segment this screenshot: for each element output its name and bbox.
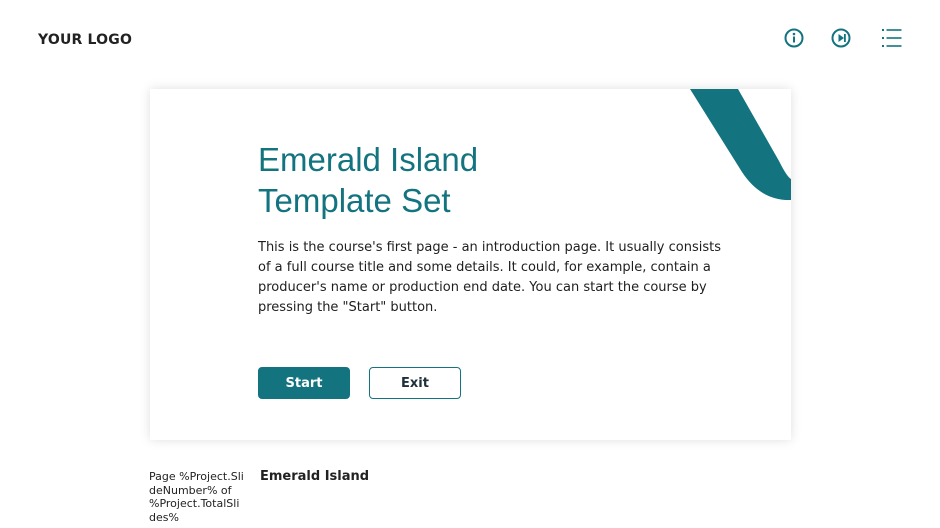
exit-button[interactable]: Exit (369, 367, 461, 399)
slide-title: Emerald Island Template Set (258, 139, 478, 221)
title-line-1: Emerald Island (258, 141, 479, 178)
info-icon[interactable] (782, 26, 806, 50)
logo: YOUR LOGO (38, 32, 133, 48)
title-line-2: Template Set (258, 182, 451, 219)
player-controls-icon[interactable] (829, 26, 853, 50)
start-button[interactable]: Start (258, 367, 350, 399)
menu-list-icon[interactable] (880, 26, 904, 50)
course-title-footer: Emerald Island (260, 469, 370, 484)
corner-decoration (690, 89, 791, 201)
slide-description: This is the course's first page - an int… (258, 240, 721, 315)
slide-card: Emerald Island Template Set This is the … (150, 89, 791, 440)
page-number-text: Page %Project.SlideNumber% of %Project.T… (149, 470, 244, 524)
